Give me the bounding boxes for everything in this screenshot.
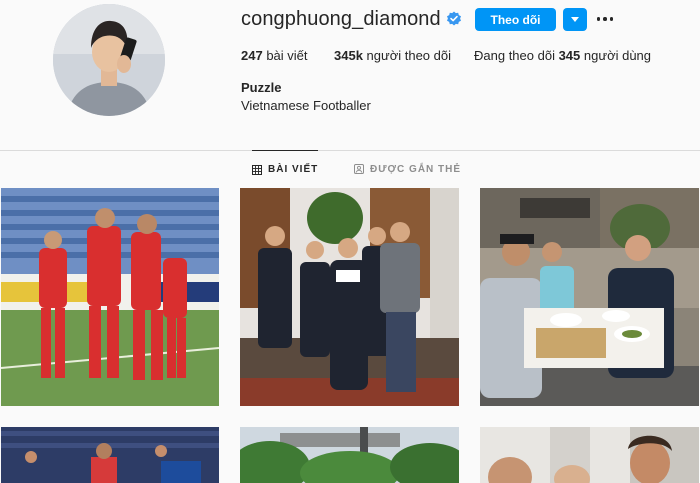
following-label: người dùng [583, 48, 652, 63]
post-thumbnail-1[interactable] [1, 188, 219, 406]
followers-stat[interactable]: 345k người theo dõi [334, 48, 451, 63]
follow-button[interactable]: Theo dõi [475, 8, 556, 31]
more-options-button[interactable] [595, 10, 615, 28]
tab-tagged-label: ĐƯỢC GẮN THẺ [370, 163, 462, 175]
more-dot-icon [603, 17, 607, 21]
following-count: 345 [558, 48, 581, 63]
more-dot-icon [609, 17, 614, 21]
avatar-image [53, 4, 165, 116]
grid-icon [252, 164, 262, 175]
caret-down-icon [571, 16, 579, 22]
tab-posts[interactable]: BÀI VIẾT [252, 150, 319, 188]
posts-stat: 247 bài viết [241, 48, 308, 63]
verified-badge-icon [447, 11, 461, 26]
following-stat[interactable]: Đang theo dõi 345 người dùng [474, 48, 651, 63]
tabs-divider [0, 150, 700, 151]
post-image-restaurant-meal [480, 188, 699, 406]
profile-bio: Vietnamese Footballer [241, 98, 371, 113]
suggested-accounts-button[interactable] [563, 8, 587, 31]
following-prefix: Đang theo dõi [474, 48, 555, 63]
profile-avatar[interactable] [53, 4, 165, 116]
post-thumbnail-3[interactable] [480, 188, 699, 406]
post-thumbnail-4[interactable] [1, 427, 219, 483]
profile-header: congphuong_diamond Theo dõi 247 bài viết… [0, 0, 700, 150]
post-thumbnail-5[interactable] [240, 427, 459, 483]
post-image-family-group [240, 188, 459, 406]
post-thumbnail-6[interactable] [480, 427, 699, 483]
posts-label: bài viết [266, 48, 308, 63]
tab-posts-label: BÀI VIẾT [268, 164, 319, 175]
post-image-football-team [1, 188, 219, 406]
post-image-indoor-selfie [480, 427, 699, 483]
post-image-stadium-crowd [1, 427, 219, 483]
post-thumbnail-2[interactable] [240, 188, 459, 406]
posts-count: 247 [241, 48, 263, 63]
tab-tagged[interactable]: ĐƯỢC GẮN THẺ [354, 150, 461, 188]
profile-full-name: Puzzle [241, 80, 282, 95]
more-dot-icon [596, 17, 601, 21]
profile-username: congphuong_diamond [241, 8, 441, 30]
tagged-icon [354, 164, 364, 174]
followers-count: 345k [334, 48, 363, 63]
followers-label: người theo dõi [366, 48, 451, 63]
post-image-outdoor-trees [240, 427, 459, 483]
